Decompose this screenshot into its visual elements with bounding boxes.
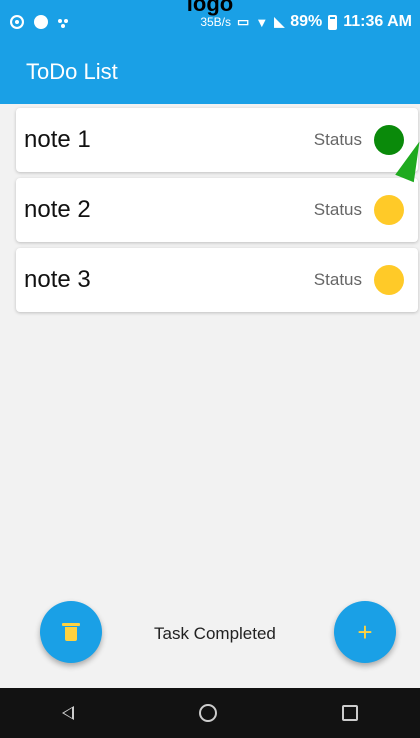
status-label: Status	[313, 200, 362, 219]
add-note-button[interactable]: +	[334, 601, 396, 663]
note-title: note 1	[24, 126, 91, 153]
back-icon[interactable]	[62, 706, 75, 720]
task-completed-label: Task Completed	[154, 624, 276, 643]
system-nav-bar	[0, 688, 420, 738]
note-card-1[interactable]: note 1 Status	[16, 108, 418, 172]
delete-button[interactable]	[40, 601, 102, 663]
status-label: Status	[313, 270, 362, 289]
note-title: note 3	[24, 266, 91, 293]
trash-icon	[62, 623, 80, 641]
dots-icon	[58, 17, 70, 27]
recents-icon[interactable]	[341, 705, 358, 721]
status-label: Status	[313, 130, 362, 149]
wifi-icon: ▼	[255, 14, 269, 30]
no-signal-icon: ◣	[274, 14, 285, 29]
cast-icon: ▭	[237, 14, 250, 29]
status-indicator[interactable]	[374, 195, 404, 225]
status-indicator[interactable]	[374, 125, 404, 155]
app-bar: ToDo List	[0, 40, 420, 104]
logo-overlay-text: logo	[186, 0, 234, 16]
gear-icon	[10, 15, 24, 29]
battery-icon	[328, 14, 338, 30]
network-speed: 35B/s	[200, 15, 232, 29]
note-card-2[interactable]: note 2 Status	[16, 178, 418, 242]
circle-icon	[34, 15, 48, 29]
note-title: note 2	[24, 196, 91, 223]
note-card-3[interactable]: note 3 Status	[16, 248, 418, 312]
home-icon[interactable]	[198, 704, 217, 722]
plus-icon: +	[357, 616, 373, 647]
notes-list: note 1 Status note 2 Status note 3 Statu…	[16, 108, 418, 318]
app-title: ToDo List	[26, 59, 118, 84]
status-indicator[interactable]	[374, 265, 404, 295]
